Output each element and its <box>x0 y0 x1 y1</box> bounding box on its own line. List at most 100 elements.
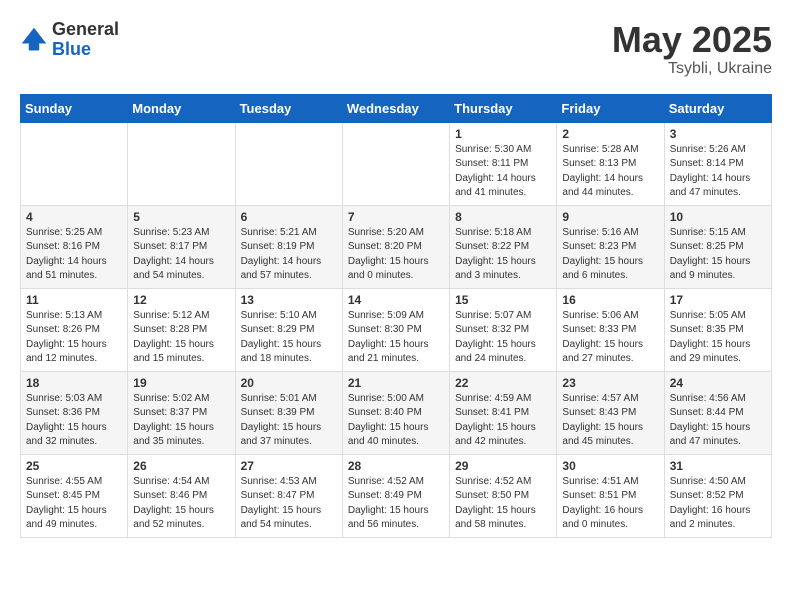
day-info: Sunrise: 5:20 AM Sunset: 8:20 PM Dayligh… <box>348 226 444 284</box>
col-sunday: Sunday <box>21 94 128 122</box>
day-number: 18 <box>26 376 122 390</box>
calendar-week-row: 25 Sunrise: 4:55 AM Sunset: 8:45 PM Dayli… <box>21 454 772 537</box>
day-number: 21 <box>348 376 444 390</box>
calendar-location: Tsybli, Ukraine <box>612 60 772 78</box>
col-tuesday: Tuesday <box>235 94 342 122</box>
table-row <box>128 122 235 205</box>
header-row: Sunday Monday Tuesday Wednesday Thursday… <box>21 94 772 122</box>
day-number: 24 <box>670 376 766 390</box>
day-info: Sunrise: 5:25 AM Sunset: 8:16 PM Dayligh… <box>26 226 122 284</box>
day-number: 27 <box>241 459 337 473</box>
logo-icon <box>20 26 48 54</box>
day-info: Sunrise: 5:07 AM Sunset: 8:32 PM Dayligh… <box>455 309 551 367</box>
calendar-table: Sunday Monday Tuesday Wednesday Thursday… <box>20 94 772 538</box>
col-wednesday: Wednesday <box>342 94 449 122</box>
table-row: 18 Sunrise: 5:03 AM Sunset: 8:36 PM Dayli… <box>21 371 128 454</box>
day-info: Sunrise: 4:59 AM Sunset: 8:41 PM Dayligh… <box>455 392 551 450</box>
calendar-week-row: 11Sunrise: 5:13 AM Sunset: 8:26 PM Dayli… <box>21 288 772 371</box>
day-number: 25 <box>26 459 122 473</box>
day-info: Sunrise: 5:21 AM Sunset: 8:19 PM Dayligh… <box>241 226 337 284</box>
day-number: 4 <box>26 210 122 224</box>
logo-general-text: General <box>52 20 119 40</box>
page: General Blue May 2025 Tsybli, Ukraine Su… <box>0 0 792 548</box>
col-friday: Friday <box>557 94 664 122</box>
col-monday: Monday <box>128 94 235 122</box>
table-row <box>235 122 342 205</box>
day-number: 14 <box>348 293 444 307</box>
day-info: Sunrise: 5:18 AM Sunset: 8:22 PM Dayligh… <box>455 226 551 284</box>
calendar-week-row: 1 Sunrise: 5:30 AM Sunset: 8:11 PM Daylig… <box>21 122 772 205</box>
table-row: 6Sunrise: 5:21 AM Sunset: 8:19 PM Daylig… <box>235 205 342 288</box>
table-row: 7 Sunrise: 5:20 AM Sunset: 8:20 PM Daylig… <box>342 205 449 288</box>
table-row: 14 Sunrise: 5:09 AM Sunset: 8:30 PM Dayli… <box>342 288 449 371</box>
table-row: 30Sunrise: 4:51 AM Sunset: 8:51 PM Dayli… <box>557 454 664 537</box>
calendar-week-row: 18 Sunrise: 5:03 AM Sunset: 8:36 PM Dayli… <box>21 371 772 454</box>
calendar-title: May 2025 <box>612 20 772 60</box>
table-row <box>21 122 128 205</box>
day-info: Sunrise: 4:57 AM Sunset: 8:43 PM Dayligh… <box>562 392 658 450</box>
day-info: Sunrise: 5:05 AM Sunset: 8:35 PM Dayligh… <box>670 309 766 367</box>
logo-text: General Blue <box>52 20 119 60</box>
day-info: Sunrise: 5:23 AM Sunset: 8:17 PM Dayligh… <box>133 226 229 284</box>
day-number: 28 <box>348 459 444 473</box>
day-info: Sunrise: 5:30 AM Sunset: 8:11 PM Dayligh… <box>455 143 551 201</box>
table-row: 16 Sunrise: 5:06 AM Sunset: 8:33 PM Dayli… <box>557 288 664 371</box>
table-row: 5 Sunrise: 5:23 AM Sunset: 8:17 PM Daylig… <box>128 205 235 288</box>
table-row: 28Sunrise: 4:52 AM Sunset: 8:49 PM Dayli… <box>342 454 449 537</box>
table-row: 13 Sunrise: 5:10 AM Sunset: 8:29 PM Dayli… <box>235 288 342 371</box>
table-row: 29Sunrise: 4:52 AM Sunset: 8:50 PM Dayli… <box>450 454 557 537</box>
table-row: 27 Sunrise: 4:53 AM Sunset: 8:47 PM Dayli… <box>235 454 342 537</box>
day-number: 5 <box>133 210 229 224</box>
table-row: 17 Sunrise: 5:05 AM Sunset: 8:35 PM Dayli… <box>664 288 771 371</box>
day-number: 20 <box>241 376 337 390</box>
table-row: 23 Sunrise: 4:57 AM Sunset: 8:43 PM Dayli… <box>557 371 664 454</box>
day-info: Sunrise: 4:51 AM Sunset: 8:51 PM Dayligh… <box>562 475 658 533</box>
day-info: Sunrise: 5:03 AM Sunset: 8:36 PM Dayligh… <box>26 392 122 450</box>
col-saturday: Saturday <box>664 94 771 122</box>
day-number: 8 <box>455 210 551 224</box>
table-row: 21Sunrise: 5:00 AM Sunset: 8:40 PM Dayli… <box>342 371 449 454</box>
day-info: Sunrise: 5:15 AM Sunset: 8:25 PM Dayligh… <box>670 226 766 284</box>
day-number: 29 <box>455 459 551 473</box>
day-info: Sunrise: 5:13 AM Sunset: 8:26 PM Dayligh… <box>26 309 122 367</box>
day-number: 10 <box>670 210 766 224</box>
table-row: 8 Sunrise: 5:18 AM Sunset: 8:22 PM Daylig… <box>450 205 557 288</box>
day-info: Sunrise: 4:55 AM Sunset: 8:45 PM Dayligh… <box>26 475 122 533</box>
day-number: 23 <box>562 376 658 390</box>
calendar-week-row: 4 Sunrise: 5:25 AM Sunset: 8:16 PM Daylig… <box>21 205 772 288</box>
day-info: Sunrise: 5:12 AM Sunset: 8:28 PM Dayligh… <box>133 309 229 367</box>
day-number: 12 <box>133 293 229 307</box>
day-number: 16 <box>562 293 658 307</box>
day-info: Sunrise: 4:53 AM Sunset: 8:47 PM Dayligh… <box>241 475 337 533</box>
table-row: 22Sunrise: 4:59 AM Sunset: 8:41 PM Dayli… <box>450 371 557 454</box>
day-info: Sunrise: 5:01 AM Sunset: 8:39 PM Dayligh… <box>241 392 337 450</box>
header: General Blue May 2025 Tsybli, Ukraine <box>20 20 772 78</box>
day-info: Sunrise: 5:06 AM Sunset: 8:33 PM Dayligh… <box>562 309 658 367</box>
table-row: 12 Sunrise: 5:12 AM Sunset: 8:28 PM Dayli… <box>128 288 235 371</box>
table-row: 3 Sunrise: 5:26 AM Sunset: 8:14 PM Daylig… <box>664 122 771 205</box>
day-number: 26 <box>133 459 229 473</box>
table-row: 2 Sunrise: 5:28 AM Sunset: 8:13 PM Daylig… <box>557 122 664 205</box>
day-number: 17 <box>670 293 766 307</box>
day-number: 9 <box>562 210 658 224</box>
day-info: Sunrise: 4:50 AM Sunset: 8:52 PM Dayligh… <box>670 475 766 533</box>
day-number: 31 <box>670 459 766 473</box>
table-row: 1 Sunrise: 5:30 AM Sunset: 8:11 PM Daylig… <box>450 122 557 205</box>
day-info: Sunrise: 5:10 AM Sunset: 8:29 PM Dayligh… <box>241 309 337 367</box>
day-info: Sunrise: 4:54 AM Sunset: 8:46 PM Dayligh… <box>133 475 229 533</box>
title-block: May 2025 Tsybli, Ukraine <box>612 20 772 78</box>
day-number: 3 <box>670 127 766 141</box>
day-number: 13 <box>241 293 337 307</box>
logo: General Blue <box>20 20 119 60</box>
day-number: 1 <box>455 127 551 141</box>
logo-blue-text: Blue <box>52 40 119 60</box>
day-info: Sunrise: 5:09 AM Sunset: 8:30 PM Dayligh… <box>348 309 444 367</box>
day-info: Sunrise: 5:28 AM Sunset: 8:13 PM Dayligh… <box>562 143 658 201</box>
day-number: 7 <box>348 210 444 224</box>
table-row: 19Sunrise: 5:02 AM Sunset: 8:37 PM Dayli… <box>128 371 235 454</box>
table-row: 26 Sunrise: 4:54 AM Sunset: 8:46 PM Dayli… <box>128 454 235 537</box>
table-row: 4 Sunrise: 5:25 AM Sunset: 8:16 PM Daylig… <box>21 205 128 288</box>
table-row: 9Sunrise: 5:16 AM Sunset: 8:23 PM Daylig… <box>557 205 664 288</box>
day-info: Sunrise: 5:26 AM Sunset: 8:14 PM Dayligh… <box>670 143 766 201</box>
day-number: 2 <box>562 127 658 141</box>
